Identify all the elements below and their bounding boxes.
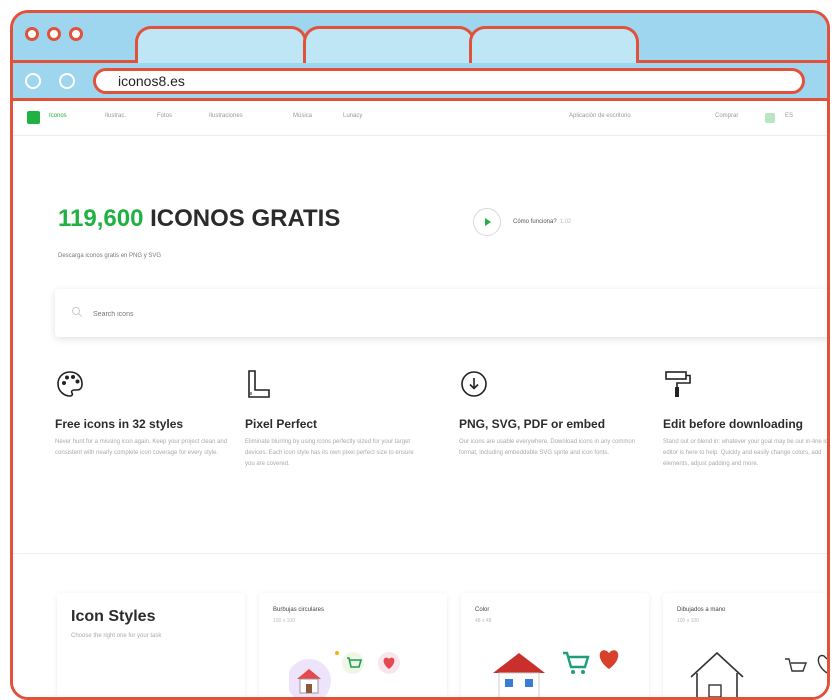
feature-title: Free icons in 32 styles [55,417,184,431]
style-card-burbujas[interactable]: Burbujas circulares 100 x 100 [259,593,447,697]
browser-tab-3[interactable] [469,26,639,63]
feature-text: Stand out or blend in: whatever your goa… [663,439,827,467]
style-card-color[interactable]: Color 48 x 48 [461,593,649,697]
window-minimize-button[interactable] [47,27,61,41]
hero-title-text: ICONOS GRATIS [150,205,341,232]
browser-tab-1[interactable] [135,26,307,63]
nav-item-lunacy[interactable]: Lunacy [343,113,362,119]
pixel-ruler-icon [248,370,270,398]
feature-title: Edit before downloading [663,417,803,431]
address-bar-row: iconos8.es [13,63,827,101]
play-video-button[interactable] [473,208,501,236]
video-label[interactable]: Cómo funciona? 1:02 [513,219,571,225]
style-card-size: 100 x 100 [273,618,295,624]
back-button[interactable] [25,73,41,89]
browser-tab-2[interactable] [303,26,475,63]
search-box[interactable] [55,289,827,337]
palette-icon [57,371,83,397]
burbujas-preview-icons [289,651,400,697]
account-icon[interactable] [765,113,775,123]
search-icon [72,307,82,317]
style-card-name: Dibujados a mano [677,607,726,613]
nav-item-musica[interactable]: Música [293,113,312,119]
window-close-button[interactable] [25,27,39,41]
url-field[interactable]: iconos8.es [93,68,805,94]
browser-window: iconos8.es Iconos Ilustrac. Fotos Ilustr… [10,10,830,700]
nav-item-fotos[interactable]: Fotos [157,113,172,119]
video-duration: 1:02 [559,219,572,225]
nav-desktop-app[interactable]: Aplicación de escritorio [569,113,631,119]
nav-buy[interactable]: Comprar [715,113,738,119]
language-selector[interactable]: ES [785,113,793,119]
style-card-dibujados[interactable]: Dibujados a mano 100 x 100 [663,593,827,697]
hand-drawn-preview-icons [690,651,827,697]
style-card-size: 48 x 48 [475,618,492,624]
window-maximize-button[interactable] [69,27,83,41]
play-icon [485,218,491,226]
site-navbar: Iconos Ilustrac. Fotos Ilustraciones Mús… [13,101,827,136]
nav-item-ilustraciones[interactable]: Ilustraciones [209,113,243,119]
feature-text: Our icons are usable everywhere. Downloa… [459,439,636,456]
style-card-size: 100 x 100 [677,618,699,624]
nav-item-ilustrac[interactable]: Ilustrac. [105,113,126,119]
hero-count: 119,600 [58,205,144,232]
color-preview-icons [493,650,619,697]
browser-titlebar [13,13,827,63]
icons8-logo[interactable] [27,111,40,124]
icon-styles-title: Icon Styles [71,608,156,625]
section-divider [13,553,827,554]
nav-item-iconos[interactable]: Iconos [49,113,67,119]
page-content: Iconos Ilustrac. Fotos Ilustraciones Mús… [13,101,827,697]
hero-subtitle: Descarga iconos gratis en PNG y SVG [58,253,162,259]
video-label-text: Cómo funciona? [513,219,557,225]
icon-styles-description: Choose the right one for your task [71,633,162,639]
feature-text: Eliminate blurring by using icons perfec… [245,439,414,467]
download-circle-icon [461,371,487,397]
style-card-name: Color [475,607,490,613]
feature-title: PNG, SVG, PDF or embed [459,417,606,431]
forward-button[interactable] [59,73,75,89]
feature-text: Never hunt for a missing icon again. Kee… [55,439,228,456]
feature-title: Pixel Perfect [245,417,318,431]
paint-roller-icon [665,371,691,397]
hero-title: 119,600 ICONOS GRATIS [58,205,340,233]
style-card-name: Burbujas circulares [273,607,325,613]
search-input[interactable] [91,305,695,323]
